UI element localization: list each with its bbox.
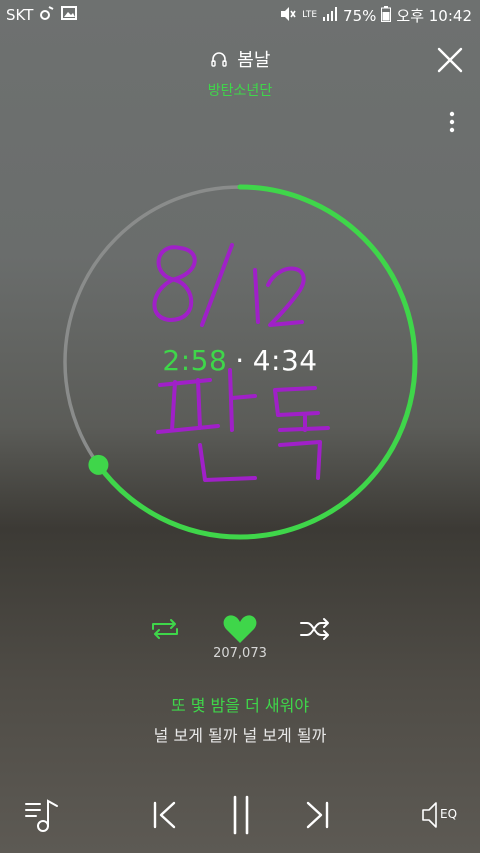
- status-bar: SKT LTE 75% 오후 10:42: [0, 0, 480, 30]
- mute-icon: [279, 6, 297, 26]
- lyric-current-line[interactable]: 또 몇 밤을 더 새워야: [0, 692, 480, 716]
- lte-icon: LTE: [302, 11, 317, 20]
- close-icon[interactable]: [434, 44, 466, 76]
- shuffle-icon[interactable]: [298, 612, 332, 646]
- eq-label: EQ: [440, 807, 458, 821]
- time-readout: 2:58 · 4:34: [0, 344, 480, 377]
- playlist-icon[interactable]: [24, 795, 64, 835]
- equalizer-icon[interactable]: EQ: [420, 800, 464, 830]
- repeat-icon[interactable]: [148, 612, 182, 646]
- image-icon: [61, 6, 78, 24]
- more-vert-icon[interactable]: [444, 110, 460, 136]
- battery-percent: 75%: [343, 6, 377, 25]
- current-time: 2:58: [162, 344, 228, 377]
- music-note-icon: [39, 5, 55, 25]
- artist-name[interactable]: 방탄소년단: [0, 80, 480, 100]
- song-title: 봄날: [237, 50, 271, 71]
- headphone-icon: [210, 50, 228, 73]
- next-icon[interactable]: [304, 798, 332, 832]
- time-separator: ·: [235, 344, 245, 377]
- heart-icon[interactable]: [222, 612, 258, 646]
- like-count: 207,073: [213, 646, 267, 661]
- lyric-next-line[interactable]: 널 보게 될까 널 보게 될까: [0, 722, 480, 746]
- progress-knob[interactable]: [88, 454, 109, 475]
- bottom-controls: EQ: [0, 790, 480, 840]
- song-title-row: 봄날: [0, 46, 480, 73]
- action-row: [0, 612, 480, 646]
- carrier-label: SKT: [6, 6, 34, 24]
- previous-icon[interactable]: [150, 798, 178, 832]
- total-time: 4:34: [252, 344, 318, 377]
- battery-icon: [381, 5, 392, 26]
- status-left: SKT: [6, 5, 78, 25]
- network-label: LTE: [302, 10, 318, 20]
- signal-icon: [322, 6, 338, 25]
- clock: 오후 10:42: [396, 7, 472, 25]
- pause-icon[interactable]: [228, 794, 254, 836]
- status-right: LTE 75% 오후 10:42: [279, 5, 472, 26]
